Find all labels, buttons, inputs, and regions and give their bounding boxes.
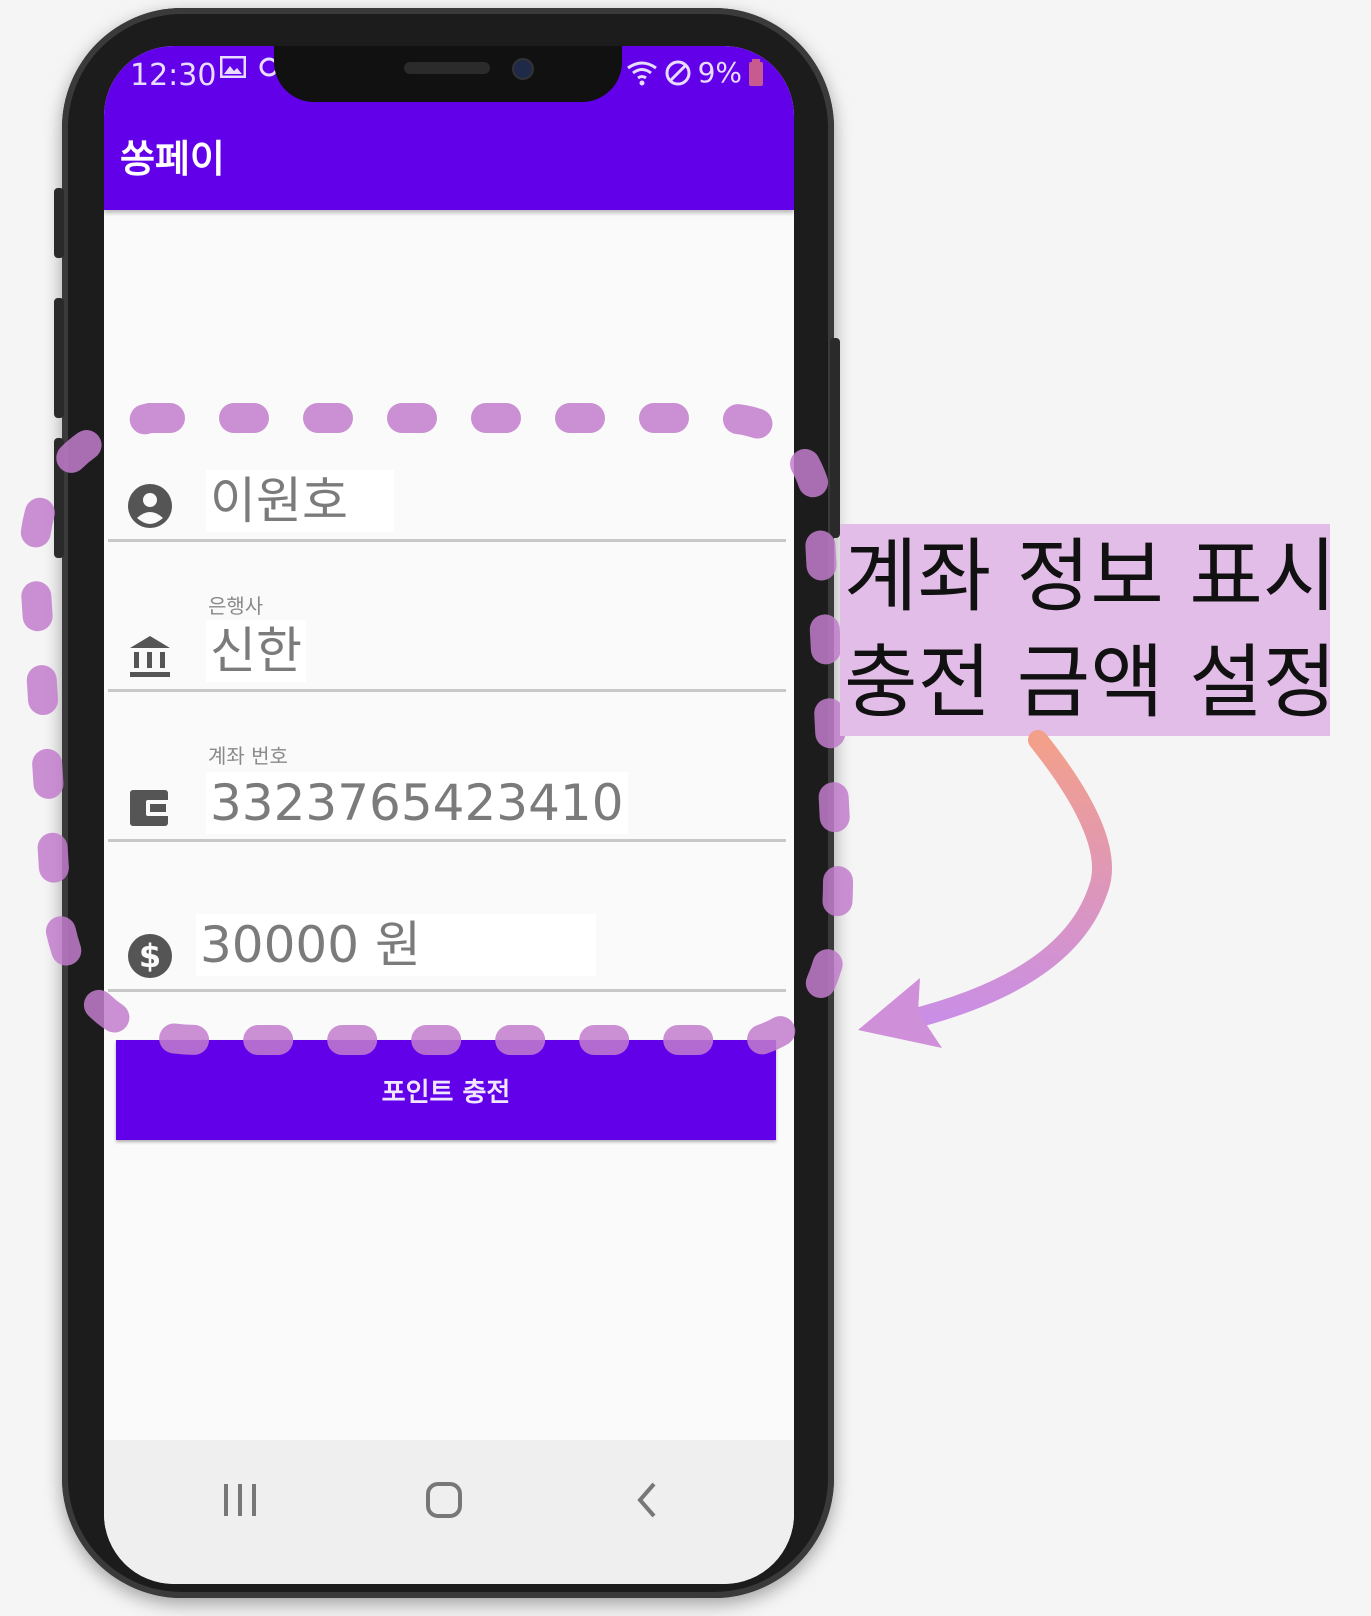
camera-notch bbox=[274, 46, 622, 102]
back-icon[interactable] bbox=[618, 1470, 678, 1530]
app-bar: 쏭페이 bbox=[104, 106, 794, 210]
name-value: 이원호 bbox=[206, 470, 394, 532]
wifi-icon bbox=[626, 61, 657, 85]
speaker-grille bbox=[404, 62, 490, 74]
dollar-icon: $ bbox=[128, 934, 172, 978]
svg-text:$: $ bbox=[139, 937, 161, 975]
home-icon[interactable] bbox=[414, 1470, 474, 1530]
annotation-line-1: 계좌 정보 표시 bbox=[840, 524, 1336, 630]
bank-label: 은행사 bbox=[208, 594, 264, 618]
account-label: 계좌 번호 bbox=[208, 744, 288, 768]
app-title: 쏭페이 bbox=[120, 137, 225, 181]
bank-field[interactable]: 은행사 신한 bbox=[108, 582, 786, 692]
phone-power-button bbox=[830, 338, 840, 538]
field-underline bbox=[108, 539, 786, 542]
phone-side-button bbox=[54, 438, 64, 558]
amount-field[interactable]: $ 30000 원 bbox=[108, 912, 786, 992]
dnd-icon bbox=[665, 60, 691, 85]
phone-side-button bbox=[54, 298, 64, 418]
field-underline bbox=[108, 839, 786, 842]
bank-icon bbox=[130, 636, 170, 677]
field-underline bbox=[108, 989, 786, 992]
battery-percent: 9% bbox=[697, 56, 742, 89]
annotation-line-2: 충전 금액 설정 bbox=[840, 630, 1336, 736]
front-camera bbox=[512, 58, 534, 80]
navigation-bar bbox=[104, 1440, 794, 1584]
name-field[interactable]: 이원호 bbox=[108, 462, 786, 542]
status-icons-left bbox=[220, 56, 280, 78]
status-time: 12:30 bbox=[130, 58, 217, 93]
field-underline bbox=[108, 689, 786, 692]
status-icons-right: 9% bbox=[626, 56, 764, 89]
amount-value: 30000 원 bbox=[196, 914, 596, 976]
battery-icon bbox=[749, 58, 763, 86]
bank-value: 신한 bbox=[206, 620, 306, 682]
phone-screen: 12:30 9% 쏭페이 이원호 은행사 신한 계좌 번호 3323765423… bbox=[104, 46, 794, 1584]
phone-side-button bbox=[54, 188, 64, 258]
image-icon bbox=[220, 56, 246, 78]
annotation-box: 계좌 정보 표시 충전 금액 설정 bbox=[840, 524, 1336, 736]
wallet-icon bbox=[130, 790, 170, 826]
account-field[interactable]: 계좌 번호 3323765423410 bbox=[108, 732, 786, 842]
account-circle-icon bbox=[128, 484, 172, 528]
recent-apps-icon[interactable] bbox=[210, 1470, 270, 1530]
charge-points-button[interactable]: 포인트 충전 bbox=[116, 1040, 776, 1140]
curved-arrow-icon bbox=[858, 730, 1112, 1048]
account-value: 3323765423410 bbox=[206, 772, 628, 834]
